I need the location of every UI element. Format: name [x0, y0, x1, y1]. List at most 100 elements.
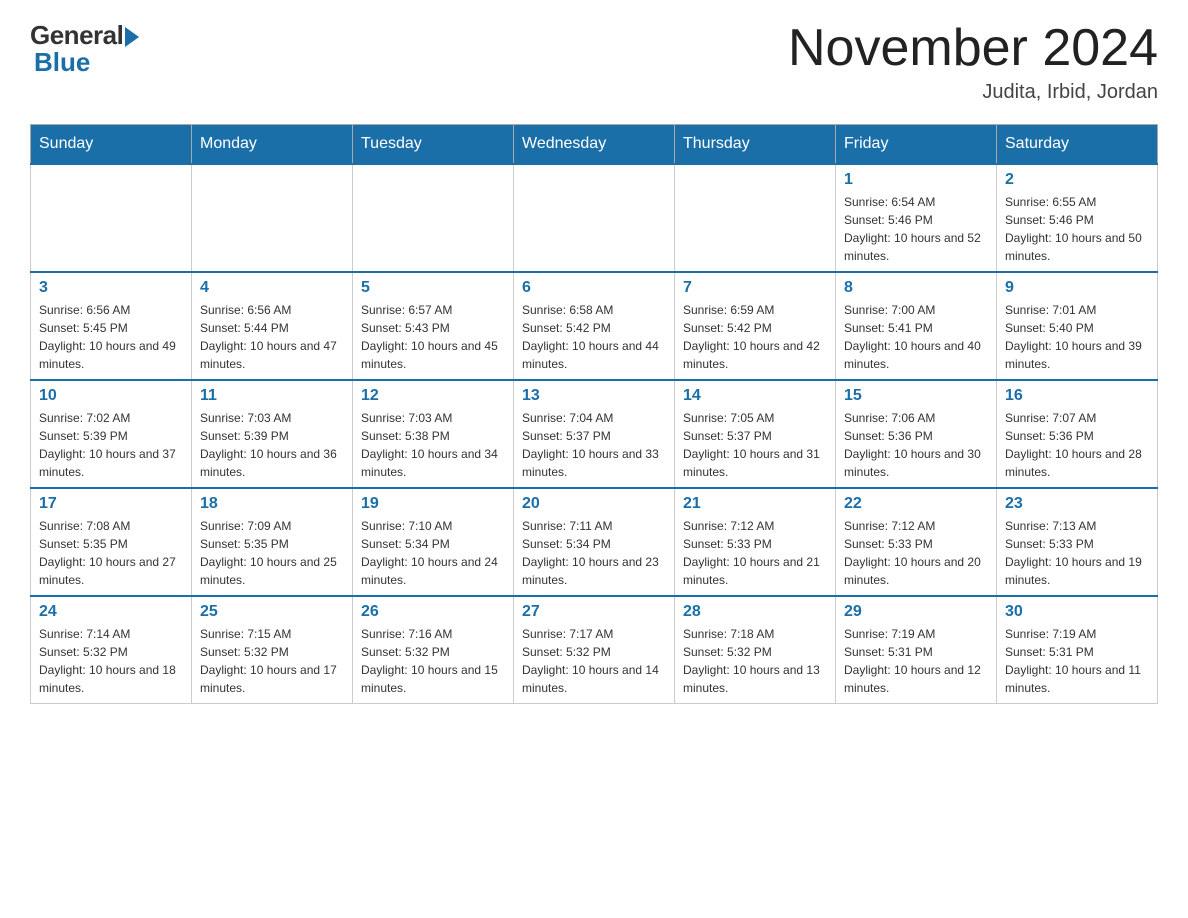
day-number: 14: [683, 387, 827, 405]
weekday-header-thursday: Thursday: [675, 125, 836, 165]
calendar-cell: 5 Sunrise: 6:57 AMSunset: 5:43 PMDayligh…: [353, 272, 514, 380]
day-number: 16: [1005, 387, 1149, 405]
day-info: Sunrise: 7:16 AMSunset: 5:32 PMDaylight:…: [361, 625, 505, 697]
calendar-cell: [514, 164, 675, 272]
day-info: Sunrise: 6:55 AMSunset: 5:46 PMDaylight:…: [1005, 193, 1149, 265]
weekday-header-saturday: Saturday: [997, 125, 1158, 165]
day-info: Sunrise: 6:58 AMSunset: 5:42 PMDaylight:…: [522, 301, 666, 373]
calendar-cell: [31, 164, 192, 272]
title-area: November 2024 Judita, Irbid, Jordan: [788, 20, 1158, 104]
day-number: 3: [39, 279, 183, 297]
calendar-cell: 24 Sunrise: 7:14 AMSunset: 5:32 PMDaylig…: [31, 596, 192, 704]
calendar-cell: 16 Sunrise: 7:07 AMSunset: 5:36 PMDaylig…: [997, 380, 1158, 488]
week-row-2: 3 Sunrise: 6:56 AMSunset: 5:45 PMDayligh…: [31, 272, 1158, 380]
calendar-cell: 1 Sunrise: 6:54 AMSunset: 5:46 PMDayligh…: [836, 164, 997, 272]
calendar-cell: 13 Sunrise: 7:04 AMSunset: 5:37 PMDaylig…: [514, 380, 675, 488]
day-info: Sunrise: 7:10 AMSunset: 5:34 PMDaylight:…: [361, 517, 505, 589]
calendar-cell: 14 Sunrise: 7:05 AMSunset: 5:37 PMDaylig…: [675, 380, 836, 488]
weekday-header-sunday: Sunday: [31, 125, 192, 165]
day-number: 30: [1005, 603, 1149, 621]
week-row-4: 17 Sunrise: 7:08 AMSunset: 5:35 PMDaylig…: [31, 488, 1158, 596]
day-info: Sunrise: 7:01 AMSunset: 5:40 PMDaylight:…: [1005, 301, 1149, 373]
day-number: 4: [200, 279, 344, 297]
calendar-cell: [675, 164, 836, 272]
day-number: 5: [361, 279, 505, 297]
day-number: 15: [844, 387, 988, 405]
logo: General Blue: [30, 20, 139, 78]
day-number: 19: [361, 495, 505, 513]
day-info: Sunrise: 7:14 AMSunset: 5:32 PMDaylight:…: [39, 625, 183, 697]
day-number: 10: [39, 387, 183, 405]
calendar-cell: 20 Sunrise: 7:11 AMSunset: 5:34 PMDaylig…: [514, 488, 675, 596]
calendar-cell: 26 Sunrise: 7:16 AMSunset: 5:32 PMDaylig…: [353, 596, 514, 704]
day-number: 29: [844, 603, 988, 621]
calendar-cell: 3 Sunrise: 6:56 AMSunset: 5:45 PMDayligh…: [31, 272, 192, 380]
day-number: 2: [1005, 171, 1149, 189]
location-subtitle: Judita, Irbid, Jordan: [788, 81, 1158, 104]
calendar-cell: 7 Sunrise: 6:59 AMSunset: 5:42 PMDayligh…: [675, 272, 836, 380]
day-info: Sunrise: 7:17 AMSunset: 5:32 PMDaylight:…: [522, 625, 666, 697]
day-number: 13: [522, 387, 666, 405]
calendar-cell: [353, 164, 514, 272]
logo-arrow-icon: [125, 27, 139, 47]
week-row-1: 1 Sunrise: 6:54 AMSunset: 5:46 PMDayligh…: [31, 164, 1158, 272]
calendar-table: SundayMondayTuesdayWednesdayThursdayFrid…: [30, 124, 1158, 704]
calendar-cell: 23 Sunrise: 7:13 AMSunset: 5:33 PMDaylig…: [997, 488, 1158, 596]
day-info: Sunrise: 7:19 AMSunset: 5:31 PMDaylight:…: [1005, 625, 1149, 697]
day-info: Sunrise: 7:08 AMSunset: 5:35 PMDaylight:…: [39, 517, 183, 589]
calendar-cell: 4 Sunrise: 6:56 AMSunset: 5:44 PMDayligh…: [192, 272, 353, 380]
day-number: 22: [844, 495, 988, 513]
day-info: Sunrise: 7:07 AMSunset: 5:36 PMDaylight:…: [1005, 409, 1149, 481]
weekday-header-wednesday: Wednesday: [514, 125, 675, 165]
logo-blue-text: Blue: [30, 47, 90, 78]
weekday-header-tuesday: Tuesday: [353, 125, 514, 165]
day-info: Sunrise: 7:06 AMSunset: 5:36 PMDaylight:…: [844, 409, 988, 481]
day-info: Sunrise: 7:05 AMSunset: 5:37 PMDaylight:…: [683, 409, 827, 481]
calendar-cell: 30 Sunrise: 7:19 AMSunset: 5:31 PMDaylig…: [997, 596, 1158, 704]
day-info: Sunrise: 6:57 AMSunset: 5:43 PMDaylight:…: [361, 301, 505, 373]
month-title: November 2024: [788, 20, 1158, 77]
day-number: 1: [844, 171, 988, 189]
calendar-cell: 17 Sunrise: 7:08 AMSunset: 5:35 PMDaylig…: [31, 488, 192, 596]
day-info: Sunrise: 6:59 AMSunset: 5:42 PMDaylight:…: [683, 301, 827, 373]
calendar-cell: 2 Sunrise: 6:55 AMSunset: 5:46 PMDayligh…: [997, 164, 1158, 272]
day-info: Sunrise: 7:09 AMSunset: 5:35 PMDaylight:…: [200, 517, 344, 589]
day-number: 12: [361, 387, 505, 405]
calendar-cell: 9 Sunrise: 7:01 AMSunset: 5:40 PMDayligh…: [997, 272, 1158, 380]
week-row-5: 24 Sunrise: 7:14 AMSunset: 5:32 PMDaylig…: [31, 596, 1158, 704]
day-number: 25: [200, 603, 344, 621]
day-number: 20: [522, 495, 666, 513]
day-info: Sunrise: 7:12 AMSunset: 5:33 PMDaylight:…: [844, 517, 988, 589]
calendar-cell: 10 Sunrise: 7:02 AMSunset: 5:39 PMDaylig…: [31, 380, 192, 488]
day-number: 18: [200, 495, 344, 513]
day-number: 24: [39, 603, 183, 621]
calendar-cell: 15 Sunrise: 7:06 AMSunset: 5:36 PMDaylig…: [836, 380, 997, 488]
calendar-cell: 21 Sunrise: 7:12 AMSunset: 5:33 PMDaylig…: [675, 488, 836, 596]
day-number: 11: [200, 387, 344, 405]
day-number: 26: [361, 603, 505, 621]
day-info: Sunrise: 6:56 AMSunset: 5:45 PMDaylight:…: [39, 301, 183, 373]
calendar-cell: 28 Sunrise: 7:18 AMSunset: 5:32 PMDaylig…: [675, 596, 836, 704]
day-info: Sunrise: 6:54 AMSunset: 5:46 PMDaylight:…: [844, 193, 988, 265]
day-info: Sunrise: 7:00 AMSunset: 5:41 PMDaylight:…: [844, 301, 988, 373]
calendar-cell: 29 Sunrise: 7:19 AMSunset: 5:31 PMDaylig…: [836, 596, 997, 704]
calendar-cell: 22 Sunrise: 7:12 AMSunset: 5:33 PMDaylig…: [836, 488, 997, 596]
calendar-cell: 6 Sunrise: 6:58 AMSunset: 5:42 PMDayligh…: [514, 272, 675, 380]
day-number: 7: [683, 279, 827, 297]
day-info: Sunrise: 7:15 AMSunset: 5:32 PMDaylight:…: [200, 625, 344, 697]
day-number: 27: [522, 603, 666, 621]
day-info: Sunrise: 7:12 AMSunset: 5:33 PMDaylight:…: [683, 517, 827, 589]
calendar-cell: 18 Sunrise: 7:09 AMSunset: 5:35 PMDaylig…: [192, 488, 353, 596]
day-info: Sunrise: 7:03 AMSunset: 5:38 PMDaylight:…: [361, 409, 505, 481]
weekday-header-friday: Friday: [836, 125, 997, 165]
day-info: Sunrise: 7:02 AMSunset: 5:39 PMDaylight:…: [39, 409, 183, 481]
day-number: 23: [1005, 495, 1149, 513]
calendar-cell: 11 Sunrise: 7:03 AMSunset: 5:39 PMDaylig…: [192, 380, 353, 488]
day-info: Sunrise: 7:18 AMSunset: 5:32 PMDaylight:…: [683, 625, 827, 697]
day-info: Sunrise: 6:56 AMSunset: 5:44 PMDaylight:…: [200, 301, 344, 373]
weekday-header-monday: Monday: [192, 125, 353, 165]
calendar-cell: 12 Sunrise: 7:03 AMSunset: 5:38 PMDaylig…: [353, 380, 514, 488]
day-number: 17: [39, 495, 183, 513]
calendar-cell: 25 Sunrise: 7:15 AMSunset: 5:32 PMDaylig…: [192, 596, 353, 704]
day-number: 9: [1005, 279, 1149, 297]
